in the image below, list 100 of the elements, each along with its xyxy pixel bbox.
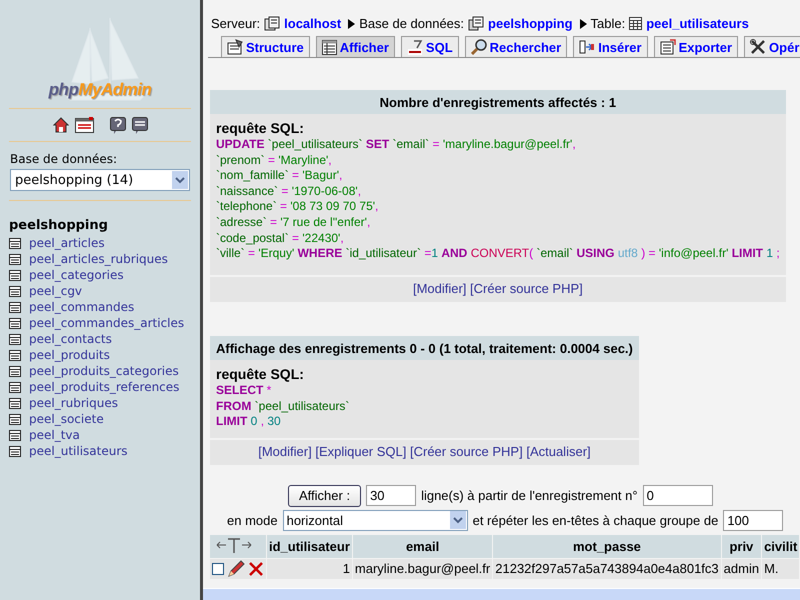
tab[interactable]: Insérer bbox=[573, 36, 648, 57]
table-icon[interactable] bbox=[9, 430, 21, 440]
horizontal-scrollbar[interactable] bbox=[203, 588, 800, 600]
table-rows-icon bbox=[322, 40, 337, 54]
table-icon[interactable] bbox=[9, 254, 21, 264]
table-icon[interactable] bbox=[9, 302, 21, 312]
table-link[interactable]: peel_utilisateurs bbox=[29, 444, 128, 458]
sql-code-line: `telephone` = '08 73 09 70 75', bbox=[216, 199, 380, 215]
tab[interactable]: Structure bbox=[221, 36, 310, 57]
sql-action-link[interactable]: [Actualiser] bbox=[526, 444, 591, 459]
server-icon bbox=[264, 16, 280, 31]
sql-code-line: `prenom` = 'Maryline', bbox=[216, 152, 333, 168]
table-cell: admin bbox=[722, 558, 762, 579]
tab[interactable]: Rechercher bbox=[464, 36, 568, 57]
tab[interactable]: Afficher bbox=[316, 36, 395, 57]
tools-icon bbox=[750, 39, 766, 55]
sql-code-line: UPDATE `peel_utilisateurs` SET `email` = 'maryline.bagur@peel.fr', bbox=[216, 137, 577, 153]
column-header[interactable]: civilit bbox=[762, 534, 800, 558]
column-header[interactable]: id_utilisateur bbox=[267, 534, 352, 558]
sql-code-line: SELECT * bbox=[216, 383, 272, 399]
table-icon[interactable] bbox=[9, 366, 21, 376]
table-link[interactable]: peel_cgv bbox=[29, 284, 82, 298]
table-link[interactable]: peel_articles bbox=[29, 236, 105, 250]
table-link[interactable]: peel_commandes bbox=[29, 300, 134, 314]
triangle-icon bbox=[580, 18, 587, 28]
table-icon[interactable] bbox=[9, 318, 21, 328]
column-arrows-icon bbox=[216, 538, 252, 554]
result-title: Affichage des enregistrements 0 - 0 (1 total, traitement: 0.0004 sec.) bbox=[210, 336, 639, 360]
triangle-icon bbox=[348, 18, 356, 28]
home-icon[interactable] bbox=[52, 117, 68, 133]
breadcrumb-link[interactable]: localhost bbox=[284, 16, 342, 31]
table-icon[interactable] bbox=[9, 414, 21, 424]
table-grid-icon bbox=[629, 17, 642, 30]
phpmyadmin-logo[interactable]: phpMyAdmin bbox=[48, 80, 152, 100]
repeat-headers-label: et répéter les en-têtes à chaque groupe de bbox=[472, 512, 718, 528]
table-link[interactable]: peel_contacts bbox=[29, 332, 112, 346]
table-link[interactable]: peel_produits bbox=[29, 348, 110, 362]
tab[interactable]: Exporter bbox=[654, 36, 738, 57]
mode-select[interactable]: horizontal bbox=[282, 510, 468, 531]
row-checkbox[interactable] bbox=[212, 562, 224, 575]
rows-label: ligne(s) à partir de l'enregistrement n° bbox=[421, 488, 638, 504]
tab[interactable]: SQL bbox=[400, 36, 459, 57]
help-icon[interactable] bbox=[110, 117, 126, 134]
breadcrumb-link[interactable]: peel_utilisateurs bbox=[646, 16, 749, 31]
documentation-icon[interactable] bbox=[132, 117, 148, 134]
sql-code-line: `code_postal` = '22430', bbox=[216, 230, 345, 246]
table-link[interactable]: peel_tva bbox=[29, 428, 80, 442]
database-select[interactable]: peelshopping (14) bbox=[10, 169, 190, 191]
table-icon[interactable] bbox=[9, 382, 21, 392]
sql-action-link[interactable]: [Expliquer SQL] bbox=[315, 444, 406, 459]
table-link[interactable]: peel_commandes_articles bbox=[29, 316, 184, 330]
table-icon[interactable] bbox=[9, 398, 21, 408]
repeat-count-field[interactable]: 100 bbox=[723, 510, 784, 531]
sql-icon bbox=[406, 39, 423, 55]
column-header[interactable]: email bbox=[352, 534, 492, 558]
sql-query-label: requête SQL: bbox=[216, 120, 305, 136]
sql-code-line: `naissance` = '1970-06-08', bbox=[216, 184, 362, 200]
table-icon[interactable] bbox=[9, 270, 21, 280]
table-link[interactable]: peel_societe bbox=[29, 412, 104, 426]
breadcrumb-link[interactable]: peelshopping bbox=[488, 16, 573, 31]
column-header[interactable]: priv bbox=[722, 534, 762, 558]
sql-code-line: LIMIT 0 , 30 bbox=[216, 414, 282, 430]
table-icon[interactable] bbox=[9, 238, 21, 248]
database-name[interactable]: peelshopping bbox=[0, 201, 200, 235]
database-label: Base de données: bbox=[9, 151, 118, 168]
table-icon[interactable] bbox=[9, 286, 21, 296]
tab[interactable]: Opér bbox=[744, 36, 800, 57]
breadcrumb-label: Table: bbox=[590, 16, 626, 31]
mode-label: en mode bbox=[227, 512, 278, 528]
sql-action-link[interactable]: [Créer source PHP] bbox=[410, 444, 523, 459]
result-title: Nombre d'enregistrements affectés : 1 bbox=[210, 90, 786, 114]
table-link[interactable]: peel_rubriques bbox=[29, 396, 118, 410]
insert-row-icon bbox=[579, 39, 596, 55]
table-link[interactable]: peel_produits_categories bbox=[29, 364, 179, 378]
table-link[interactable]: peel_articles_rubriques bbox=[29, 252, 168, 266]
pencil-icon[interactable] bbox=[227, 560, 245, 578]
delete-icon[interactable] bbox=[248, 560, 264, 577]
sql-action-link[interactable]: [Modifier] bbox=[412, 281, 466, 296]
display-button[interactable]: Afficher : bbox=[288, 484, 362, 507]
sql-code-line: FROM `peel_utilisateurs` bbox=[216, 398, 350, 414]
table-link[interactable]: peel_produits_references bbox=[29, 380, 180, 394]
sql-code-line: `adresse` = '7 rue de l''enfer', bbox=[216, 214, 372, 231]
column-header[interactable]: mot_passe bbox=[493, 534, 721, 558]
table-icon[interactable] bbox=[9, 350, 21, 360]
sql-action-link[interactable]: [Modifier] bbox=[258, 444, 312, 459]
table-icon[interactable] bbox=[9, 446, 21, 456]
breadcrumb-label: Serveur: bbox=[211, 16, 260, 31]
row-count-field[interactable]: 30 bbox=[366, 485, 416, 506]
magnifier-icon bbox=[470, 39, 487, 55]
sql-action-link[interactable]: [Créer source PHP] bbox=[470, 281, 583, 296]
table-cell: 21232f297a57a5a743894a0e4a801fc3 bbox=[493, 558, 721, 579]
sql-query-label: requête SQL: bbox=[216, 366, 305, 382]
table-icon[interactable] bbox=[9, 334, 21, 344]
table-cell: 1 bbox=[267, 558, 352, 579]
sql-window-icon[interactable] bbox=[74, 117, 94, 133]
structure-icon bbox=[227, 39, 243, 55]
table-cell: maryline.bagur@peel.fr bbox=[352, 558, 492, 579]
table-link[interactable]: peel_categories bbox=[29, 268, 124, 282]
export-icon bbox=[660, 39, 676, 55]
start-record-field[interactable]: 0 bbox=[642, 485, 713, 506]
